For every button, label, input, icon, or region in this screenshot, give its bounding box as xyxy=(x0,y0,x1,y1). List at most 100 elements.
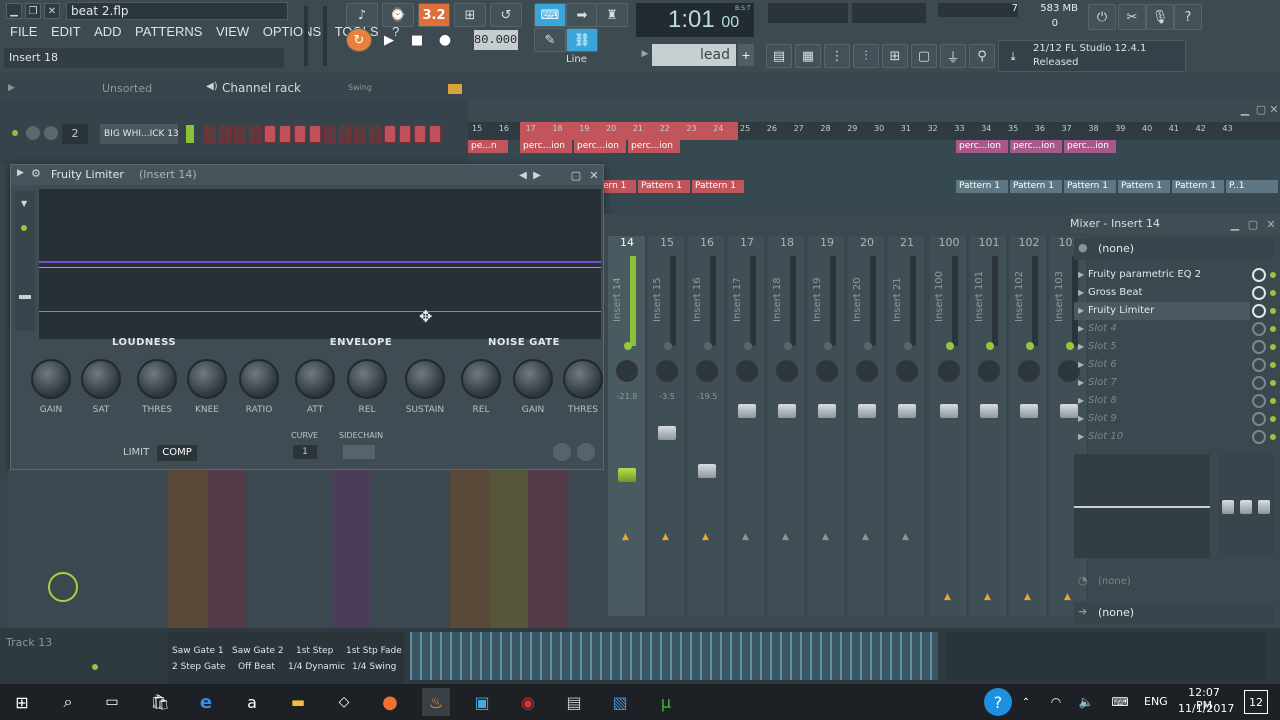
master-pitch-slider[interactable] xyxy=(323,6,327,66)
browser-icon[interactable]: ⊞ xyxy=(882,44,908,68)
menu-options[interactable]: OPTIONS xyxy=(263,24,322,39)
eq-band-slider[interactable] xyxy=(1240,500,1252,514)
graph-editor-icon[interactable] xyxy=(448,84,462,94)
fx-slot[interactable]: Slot 6 xyxy=(1074,356,1250,374)
mixer-track-20[interactable]: 20 Insert 20 ▲ xyxy=(848,236,886,616)
slot-mix-knob[interactable] xyxy=(1252,340,1266,354)
step[interactable] xyxy=(429,125,441,143)
help-icon[interactable]: ? xyxy=(1174,4,1202,30)
volume-fader[interactable] xyxy=(898,404,916,418)
step[interactable] xyxy=(324,125,336,143)
volume-fader[interactable] xyxy=(940,404,958,418)
pan-knob[interactable] xyxy=(816,360,838,382)
fx-slot[interactable]: Slot 8 xyxy=(1074,392,1250,410)
preset-display[interactable]: lead xyxy=(652,44,736,66)
playlist-clip[interactable]: perc...ion xyxy=(1010,140,1062,153)
pan-knob[interactable] xyxy=(656,360,678,382)
slot-mix-knob[interactable] xyxy=(1252,376,1266,390)
plugin-icon[interactable]: ⏚ xyxy=(940,44,966,68)
volume-fader[interactable] xyxy=(658,426,676,440)
playlist-clip[interactable]: Pattern 1 xyxy=(1172,180,1224,193)
volume-icon[interactable]: 🔈 xyxy=(1076,692,1096,712)
playlist-clip[interactable]: P..1 xyxy=(1226,180,1278,193)
track-enable-led[interactable] xyxy=(864,342,872,350)
gear-icon[interactable]: ⚙ xyxy=(31,167,41,180)
pan-knob[interactable] xyxy=(696,360,718,382)
slot-arrow-icon[interactable]: ▶ xyxy=(1078,432,1084,441)
knob-sustain[interactable]: SUSTAIN xyxy=(395,359,455,419)
channel-rack-icon[interactable]: ⋮ xyxy=(824,44,850,68)
volume-fader[interactable] xyxy=(818,404,836,418)
slot-enable-led[interactable] xyxy=(1270,326,1276,332)
eq-graph[interactable] xyxy=(1074,454,1210,558)
knob-dial[interactable] xyxy=(137,359,177,399)
limit-mode-button[interactable]: LIMIT xyxy=(123,447,149,458)
loop-record-icon[interactable]: ↺ xyxy=(490,3,522,27)
snap-select[interactable]: Line xyxy=(566,52,620,68)
comp-mode-button[interactable]: COMP xyxy=(157,445,197,461)
playlist-timeline[interactable]: 15 16 17 18 19 20 21 22 23 24 25 26 27 28 29 30 31 32 33 34… xyxy=(468,122,1280,140)
knob-att[interactable]: ATT xyxy=(285,359,345,419)
slot-mix-knob[interactable] xyxy=(1252,286,1266,300)
step[interactable] xyxy=(204,125,216,143)
pan-knob[interactable] xyxy=(1018,360,1040,382)
project-icon[interactable]: ▢ xyxy=(911,44,937,68)
send-arrow-icon[interactable]: ▲ xyxy=(662,532,669,542)
stop-icon[interactable]: ■ xyxy=(404,28,430,52)
pattern-mode-icon[interactable]: ↻ xyxy=(346,28,372,52)
knob-rel[interactable]: REL xyxy=(451,359,511,419)
knob-ratio[interactable]: RATIO xyxy=(229,359,289,419)
step[interactable] xyxy=(369,125,381,143)
file-explorer-icon[interactable]: ▬ xyxy=(284,688,312,716)
mixer-strip-colored[interactable] xyxy=(332,470,372,628)
slot-mix-knob[interactable] xyxy=(1252,304,1266,318)
playlist-clip[interactable]: perc...ion xyxy=(574,140,626,153)
dropbox-icon[interactable]: ◇ xyxy=(330,688,358,716)
pan-knob[interactable] xyxy=(978,360,1000,382)
playlist-maximize-icon[interactable]: ▢ xyxy=(1254,102,1268,116)
mixer-track-102[interactable]: 102 Insert 102 ▲ xyxy=(1010,236,1048,616)
network-icon[interactable]: ◠ xyxy=(1046,692,1066,712)
playlist-clip[interactable]: perc...ion xyxy=(520,140,572,153)
send-arrow-icon[interactable]: ▲ xyxy=(622,532,629,542)
slot-mix-knob[interactable] xyxy=(1252,358,1266,372)
tempo-display[interactable]: 80.000 xyxy=(474,30,518,50)
plugin-option-button[interactable] xyxy=(577,443,595,461)
playlist-clip[interactable]: Pattern 1 xyxy=(1064,180,1116,193)
step[interactable] xyxy=(399,125,411,143)
knob-knee[interactable]: KNEE xyxy=(177,359,237,419)
prev-preset-icon[interactable]: ◀ xyxy=(517,167,529,183)
fl-studio-icon[interactable]: ♨ xyxy=(422,688,450,716)
slot-enable-led[interactable] xyxy=(1270,398,1276,404)
fx-slot[interactable]: Slot 5 xyxy=(1074,338,1250,356)
knob-dial[interactable] xyxy=(563,359,603,399)
next-preset-icon[interactable]: ▶ xyxy=(531,167,543,183)
mixer-track-15[interactable]: 15 Insert 15 -3.5 ▲ xyxy=(648,236,686,616)
track-enable-led[interactable] xyxy=(704,342,712,350)
pan-knob[interactable] xyxy=(856,360,878,382)
pan-knob[interactable] xyxy=(938,360,960,382)
mixer-output[interactable]: ➔ (none) xyxy=(1074,602,1274,624)
slot-arrow-icon[interactable]: ▶ xyxy=(1078,324,1084,333)
app-icon[interactable]: ▧ xyxy=(606,688,634,716)
step[interactable] xyxy=(309,125,321,143)
slot-arrow-icon[interactable]: ▶ xyxy=(1078,306,1084,315)
slot-enable-led[interactable] xyxy=(1270,434,1276,440)
channel-number[interactable]: 2 xyxy=(62,124,88,144)
piano-roll-icon[interactable]: ▦ xyxy=(795,44,821,68)
volume-fader[interactable] xyxy=(618,468,636,482)
eq-band-slider[interactable] xyxy=(1258,500,1270,514)
wait-record-icon[interactable]: ⌚ xyxy=(382,3,414,27)
menu-file[interactable]: FILE xyxy=(10,24,37,39)
fx-slot[interactable]: Slot 10 xyxy=(1074,428,1250,446)
led-icon[interactable] xyxy=(21,225,27,231)
blend-notes-icon[interactable]: ⊞ xyxy=(454,3,486,27)
send-arrow-icon[interactable]: ▲ xyxy=(862,532,869,542)
channel-led[interactable] xyxy=(12,130,18,136)
track-led[interactable] xyxy=(92,664,98,670)
send-arrow-icon[interactable]: ▲ xyxy=(822,532,829,542)
mic-icon[interactable]: 🎙 xyxy=(1146,4,1174,30)
track-enable-led[interactable] xyxy=(824,342,832,350)
channel-filter[interactable]: Unsorted xyxy=(102,82,174,98)
track-enable-led[interactable] xyxy=(986,342,994,350)
